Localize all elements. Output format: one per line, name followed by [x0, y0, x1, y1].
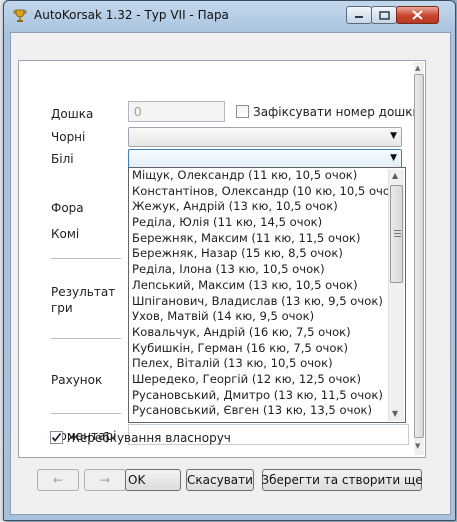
dropdown-option[interactable]: Шпіганович, Владислав (13 кю, 9,5 очок) [129, 294, 405, 310]
dropdown-option[interactable]: Константінов, Олександр (10 кю, 10,5 очо… [129, 184, 405, 200]
draw-by-hand-label: Жеребкування власноруч [67, 431, 231, 445]
board-number-input[interactable] [128, 101, 225, 122]
scroll-up-icon[interactable]: ▲ [415, 64, 420, 72]
dropdown-option[interactable]: Реділа, Юлія (11 кю, 14,5 очок) [129, 215, 405, 231]
komi-label: Комі [51, 227, 80, 241]
cancel-button[interactable]: Скасувати [186, 469, 254, 491]
scroll-down-icon[interactable]: ▼ [392, 409, 398, 418]
dropdown-option[interactable]: Ковальчук, Андрій (16 кю, 7,5 очок) [129, 325, 405, 341]
panel-scroll-thumb[interactable] [414, 74, 424, 438]
handicap-label: Фора [51, 201, 84, 215]
title-bar[interactable]: AutoKorsak 1.32 - Тур VII - Пара [4, 1, 455, 31]
draw-by-hand-checkbox[interactable] [50, 431, 63, 444]
panel-scrollbar[interactable]: ▲ ▼ [414, 62, 424, 455]
dropdown-option[interactable]: Русановський, Дмитро (13 кю, 11,5 очок) [129, 388, 405, 404]
white-label: Білі [51, 152, 74, 166]
dropdown-option[interactable]: Кубишкін, Герман (16 кю, 7,5 очок) [129, 341, 405, 357]
black-label: Чорні [51, 130, 86, 144]
dropdown-items: Міщук, Олександр (11 кю, 10,5 очок) Конст… [129, 168, 405, 419]
score-label: Рахунок [51, 373, 103, 387]
white-player-combo[interactable]: ▼ [128, 149, 402, 169]
checkmark-icon [51, 432, 62, 442]
chevron-down-icon: ▼ [390, 153, 397, 163]
fix-board-checkbox[interactable] [236, 105, 249, 118]
dropdown-option[interactable]: Бережняк, Назар (15 кю, 8,5 очок) [129, 246, 405, 262]
dropdown-option[interactable]: Пелех, Віталій (13 кю, 10,5 очок) [129, 356, 405, 372]
dropdown-option[interactable]: Ухов, Матвій (14 кю, 9,5 очок) [129, 309, 405, 325]
dropdown-option[interactable]: Жежук, Андрій (13 кю, 10,5 очок) [129, 199, 405, 215]
ok-button[interactable]: OK [125, 469, 181, 491]
minimize-button[interactable] [346, 6, 372, 24]
separator [51, 338, 121, 339]
scroll-up-icon[interactable]: ▲ [392, 171, 398, 180]
dropdown-option[interactable]: Міщук, Олександр (11 кю, 10,5 очок) [129, 168, 405, 184]
scroll-down-icon[interactable]: ▼ [415, 442, 420, 450]
dropdown-option[interactable]: Реділа, Ілона (13 кю, 10,5 очок) [129, 262, 405, 278]
close-icon [412, 10, 423, 20]
separator [51, 413, 121, 414]
forward-button[interactable]: → [84, 469, 126, 491]
result-label: Результат [51, 285, 116, 299]
dropdown-option[interactable]: Шередеко, Георгій (12 кю, 12,5 очок) [129, 372, 405, 388]
dialog-window: AutoKorsak 1.32 - Тур VII - Пара Дошка З… [3, 0, 456, 521]
fix-board-label: Зафіксувати номер дошки [253, 105, 421, 119]
dropdown-option[interactable]: Лепський, Максим (13 кю, 10,5 очок) [129, 278, 405, 294]
close-button[interactable] [396, 6, 439, 24]
dropdown-option[interactable]: Бережняк, Максим (11 кю, 11,5 очок) [129, 231, 405, 247]
dropdown-option[interactable]: Русановський, Євген (13 кю, 13,5 очок) [129, 403, 405, 419]
back-button[interactable]: ← [37, 469, 79, 491]
separator [51, 258, 121, 259]
save-and-create-button[interactable]: Зберегти та створити ще [261, 469, 423, 491]
grip-icon [394, 230, 401, 237]
window-title: AutoKorsak 1.32 - Тур VII - Пара [34, 8, 229, 22]
result-label-line2: гри [51, 301, 73, 315]
chevron-down-icon: ▼ [390, 131, 397, 141]
dropdown-scroll-thumb[interactable] [390, 185, 403, 283]
trophy-icon [12, 8, 28, 24]
maximize-button[interactable] [371, 6, 397, 24]
black-player-combo[interactable]: ▼ [128, 127, 402, 147]
white-player-dropdown-list[interactable]: Міщук, Олександр (11 кю, 10,5 очок) Конст… [128, 167, 406, 423]
dropdown-scrollbar[interactable]: ▲ ▼ [388, 169, 404, 421]
dialog-client-area: Дошка Зафіксувати номер дошки Чорні ▼ Бі… [10, 32, 451, 515]
board-label: Дошка [51, 107, 94, 121]
form-panel: Дошка Зафіксувати номер дошки Чорні ▼ Бі… [18, 60, 426, 458]
